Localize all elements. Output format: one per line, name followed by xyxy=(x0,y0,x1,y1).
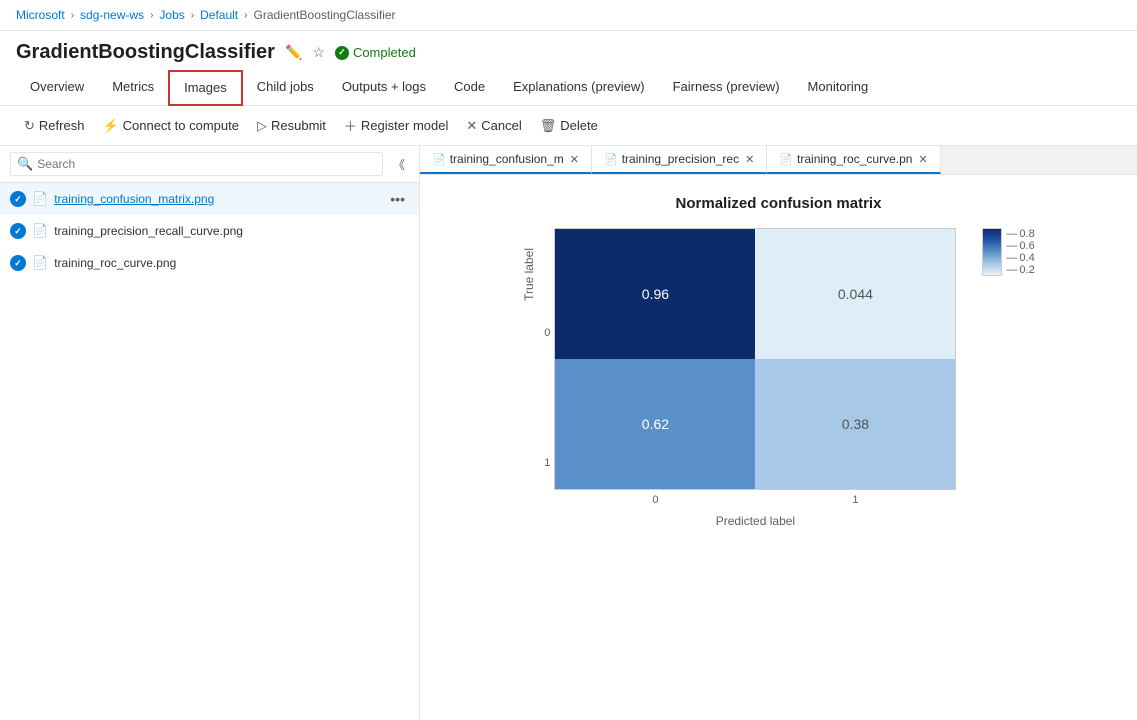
tab-outputs-logs[interactable]: Outputs + logs xyxy=(328,71,440,104)
image-tab-close-2[interactable]: ✕ xyxy=(918,153,927,166)
file-check-icon-0 xyxy=(10,191,26,207)
breadcrumb-default[interactable]: Default xyxy=(200,8,238,22)
collapse-panel-button[interactable]: 《 xyxy=(389,154,409,175)
breadcrumb-jobs[interactable]: Jobs xyxy=(159,8,184,22)
tab-explanations[interactable]: Explanations (preview) xyxy=(499,71,659,104)
file-check-icon-1 xyxy=(10,223,26,239)
file-panel: 🔍 《 📄 training_confusion_matrix.png ••• … xyxy=(0,146,420,720)
connect-button[interactable]: ⚡ Connect to compute xyxy=(94,114,247,138)
page-title: GradientBoostingClassifier xyxy=(16,41,275,64)
resubmit-button[interactable]: ▷ Resubmit xyxy=(249,114,334,138)
chart-area: Normalized confusion matrix True label 0… xyxy=(420,175,1137,720)
image-tab-label-1: training_precision_rec xyxy=(622,152,739,166)
image-tab-bar: 📄 training_confusion_m ✕ 📄 training_prec… xyxy=(420,146,1137,175)
breadcrumb-workspace[interactable]: sdg-new-ws xyxy=(80,8,144,22)
image-tab-1[interactable]: 📄 training_precision_rec ✕ xyxy=(592,146,767,174)
cancel-button[interactable]: ✕ Cancel xyxy=(458,114,529,138)
file-item-0[interactable]: 📄 training_confusion_matrix.png ••• xyxy=(0,183,419,215)
colorbar-ticks: —0.8 —0.6 —0.4 —0.2 xyxy=(1006,228,1034,276)
connect-icon: ⚡ xyxy=(102,118,118,134)
file-icon-0: 📄 xyxy=(32,191,48,207)
image-tab-icon-0: 📄 xyxy=(432,153,446,166)
matrix-cell-01: 0.044 xyxy=(755,229,955,359)
y-tick-0: 0 xyxy=(544,283,550,383)
tab-child-jobs[interactable]: Child jobs xyxy=(243,71,328,104)
breadcrumb-microsoft[interactable]: Microsoft xyxy=(16,8,65,22)
cancel-icon: ✕ xyxy=(466,118,477,134)
file-more-menu-0[interactable]: ••• xyxy=(386,189,409,209)
tab-overview[interactable]: Overview xyxy=(16,71,98,104)
main-layout: 🔍 《 📄 training_confusion_matrix.png ••• … xyxy=(0,146,1137,720)
content-area: 📄 training_confusion_m ✕ 📄 training_prec… xyxy=(420,146,1137,720)
colorbar xyxy=(982,228,1002,276)
y-ticks: 0 1 xyxy=(544,228,550,528)
file-item-1[interactable]: 📄 training_precision_recall_curve.png ••… xyxy=(0,215,419,247)
image-tab-0[interactable]: 📄 training_confusion_m ✕ xyxy=(420,146,592,174)
tab-metrics[interactable]: Metrics xyxy=(98,71,168,104)
status-badge: Completed xyxy=(335,45,416,60)
delete-button[interactable]: 🗑 Delete xyxy=(532,114,606,138)
matrix-grid: 0.96 0.044 0.62 xyxy=(554,228,956,490)
delete-icon: 🗑 xyxy=(540,118,557,134)
page-header: GradientBoostingClassifier ✏️ ☆ Complete… xyxy=(0,31,1137,70)
x-tick-0: 0 xyxy=(555,494,755,506)
image-tab-label-0: training_confusion_m xyxy=(450,152,564,166)
search-icon: 🔍 xyxy=(17,156,33,172)
search-box[interactable]: 🔍 xyxy=(10,152,383,176)
register-icon: ＋ xyxy=(344,116,357,135)
status-icon xyxy=(335,46,349,60)
status-text: Completed xyxy=(353,45,416,60)
colorbar-tick-0: —0.8 xyxy=(1006,228,1034,240)
tab-bar: Overview Metrics Images Child jobs Outpu… xyxy=(0,70,1137,106)
chart-container: Normalized confusion matrix True label 0… xyxy=(522,195,1034,528)
x-ticks: 0 1 xyxy=(555,490,955,510)
matrix-cell-11: 0.38 xyxy=(755,359,955,489)
image-tab-label-2: training_roc_curve.pn xyxy=(797,152,912,166)
chart-with-colorbar: True label 0 1 0.96 xyxy=(522,228,1034,528)
x-tick-1: 1 xyxy=(755,494,955,506)
matrix-wrapper: True label 0 1 0.96 xyxy=(522,228,970,528)
colorbar-tick-2: —0.4 xyxy=(1006,252,1034,264)
y-axis-label: True label xyxy=(522,228,536,321)
chart-title: Normalized confusion matrix xyxy=(676,195,882,212)
tab-fairness[interactable]: Fairness (preview) xyxy=(659,71,794,104)
breadcrumb-current: GradientBoostingClassifier xyxy=(253,8,395,22)
y-tick-1: 1 xyxy=(544,413,550,513)
image-tab-icon-2: 📄 xyxy=(779,153,793,166)
refresh-icon: ↻ xyxy=(24,118,35,134)
file-panel-header: 🔍 《 xyxy=(0,146,419,183)
image-tab-icon-1: 📄 xyxy=(604,153,618,166)
file-list: 📄 training_confusion_matrix.png ••• 📄 tr… xyxy=(0,183,419,720)
resubmit-icon: ▷ xyxy=(257,118,267,134)
image-tab-close-1[interactable]: ✕ xyxy=(745,153,754,166)
star-icon[interactable]: ☆ xyxy=(312,44,325,61)
image-tab-close-0[interactable]: ✕ xyxy=(570,153,579,166)
file-icon-1: 📄 xyxy=(32,223,48,239)
image-tab-2[interactable]: 📄 training_roc_curve.pn ✕ xyxy=(767,146,940,174)
tab-images[interactable]: Images xyxy=(168,70,243,106)
file-item-2[interactable]: 📄 training_roc_curve.png ••• xyxy=(0,247,419,279)
toolbar: ↻ Refresh ⚡ Connect to compute ▷ Resubmi… xyxy=(0,106,1137,146)
colorbar-wrapper: —0.8 —0.6 —0.4 —0.2 xyxy=(982,228,1034,306)
matrix-cell-10: 0.62 xyxy=(555,359,755,489)
matrix-cell-00: 0.96 xyxy=(555,229,755,359)
file-name-2: training_roc_curve.png xyxy=(54,256,380,270)
matrix-col: 0 1 0.96 0.044 xyxy=(544,228,956,528)
x-axis: 0 1 Predicted label xyxy=(554,490,956,528)
file-check-icon-2 xyxy=(10,255,26,271)
tab-monitoring[interactable]: Monitoring xyxy=(794,71,883,104)
colorbar-tick-3: —0.2 xyxy=(1006,264,1034,276)
search-input[interactable] xyxy=(37,157,376,171)
x-axis-label: Predicted label xyxy=(716,514,795,528)
colorbar-tick-1: —0.6 xyxy=(1006,240,1034,252)
register-button[interactable]: ＋ Register model xyxy=(336,112,456,139)
file-icon-2: 📄 xyxy=(32,255,48,271)
matrix-area: 0.96 0.044 0.62 xyxy=(554,228,956,528)
file-name-0: training_confusion_matrix.png xyxy=(54,192,380,206)
edit-icon[interactable]: ✏️ xyxy=(285,44,302,61)
refresh-button[interactable]: ↻ Refresh xyxy=(16,114,92,138)
tab-code[interactable]: Code xyxy=(440,71,499,104)
breadcrumb: Microsoft › sdg-new-ws › Jobs › Default … xyxy=(0,0,1137,31)
file-name-1: training_precision_recall_curve.png xyxy=(54,224,380,238)
